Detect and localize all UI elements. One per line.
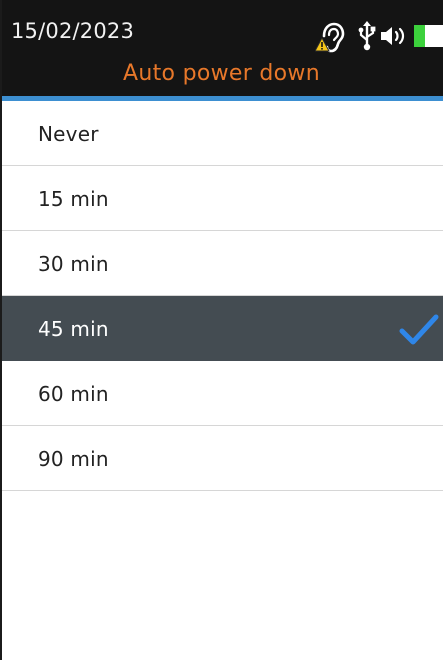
list-item-30-min[interactable]: 30 min (0, 231, 443, 296)
list-item-never[interactable]: Never (0, 101, 443, 166)
speaker-icon (380, 25, 408, 47)
list-item-label: 90 min (38, 447, 109, 471)
list-item-label: Never (38, 122, 99, 146)
options-list: Never 15 min 30 min 45 min 60 min 90 min (0, 101, 443, 491)
header-bar: 15/02/2023 Auto power down (0, 0, 443, 96)
check-icon (398, 312, 440, 348)
page-title: Auto power down (123, 61, 320, 86)
list-item-60-min[interactable]: 60 min (0, 361, 443, 426)
usb-icon (358, 21, 376, 51)
list-item-label: 60 min (38, 382, 109, 406)
list-item-45-min[interactable]: 45 min (0, 296, 443, 361)
status-icons (0, 14, 443, 54)
ear-icon (314, 22, 345, 54)
battery-icon (414, 24, 443, 48)
list-item-label: 30 min (38, 252, 109, 276)
screen-left-edge (0, 0, 2, 660)
list-item-label: 15 min (38, 187, 109, 211)
list-item-15-min[interactable]: 15 min (0, 166, 443, 231)
list-item-90-min[interactable]: 90 min (0, 426, 443, 491)
list-item-label: 45 min (38, 317, 109, 341)
